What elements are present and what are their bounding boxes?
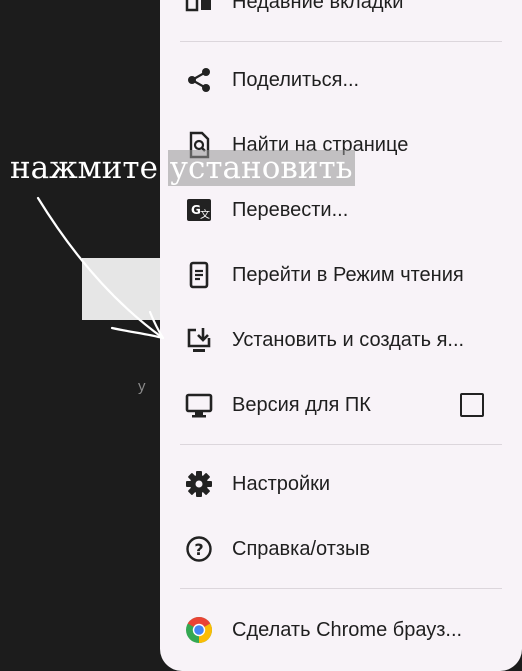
menu-item-help[interactable]: ? Справка/отзыв [160, 521, 522, 577]
menu-item-label: Версия для ПК [232, 393, 371, 416]
svg-text:文: 文 [200, 208, 210, 221]
annotation-prefix: нажмите [10, 150, 168, 186]
annotation-caption: нажмите установить [10, 150, 355, 186]
recent-tabs-icon [184, 0, 214, 17]
menu-item-reader-mode[interactable]: Перейти в Режим чтения [160, 247, 522, 303]
menu-item-share[interactable]: Поделиться... [160, 52, 522, 108]
menu-item-label: Настройки [232, 472, 331, 495]
menu-item-recent-tabs[interactable]: Недавние вкладки [160, 0, 522, 30]
settings-gear-icon [184, 469, 214, 499]
translate-icon: G文 [184, 195, 214, 225]
divider [180, 444, 502, 445]
menu-item-label: Поделиться... [232, 68, 360, 91]
reader-mode-icon [184, 260, 214, 290]
menu-item-label: Сделать Chrome брауз... [232, 618, 463, 641]
menu-item-desktop-version[interactable]: Версия для ПК [160, 377, 522, 433]
install-app-icon [184, 325, 214, 355]
share-icon [184, 65, 214, 95]
chrome-logo-icon [184, 615, 214, 645]
menu-item-label: Перевести... [232, 198, 349, 221]
divider [180, 588, 502, 589]
menu-item-label: Перейти в Режим чтения [232, 263, 464, 286]
menu-item-translate[interactable]: G文 Перевести... [160, 182, 522, 238]
divider [180, 41, 502, 42]
menu-item-label: Недавние вкладки [232, 0, 404, 13]
background-button [82, 258, 172, 320]
menu-item-install-app[interactable]: Установить и создать я... [160, 312, 522, 368]
desktop-version-checkbox[interactable] [460, 393, 484, 417]
menu-item-label: Установить и создать я... [232, 328, 465, 351]
menu-item-default-browser[interactable]: Сделать Chrome брауз... [160, 602, 522, 658]
menu-item-settings[interactable]: Настройки [160, 456, 522, 512]
svg-text:?: ? [194, 540, 203, 559]
menu-item-label: Справка/отзыв [232, 537, 371, 560]
help-icon: ? [184, 534, 214, 564]
annotation-highlight: установить [167, 150, 355, 186]
desktop-icon [184, 390, 214, 420]
chrome-overflow-menu: Недавние вкладки Поделиться... Найти на … [160, 0, 522, 671]
